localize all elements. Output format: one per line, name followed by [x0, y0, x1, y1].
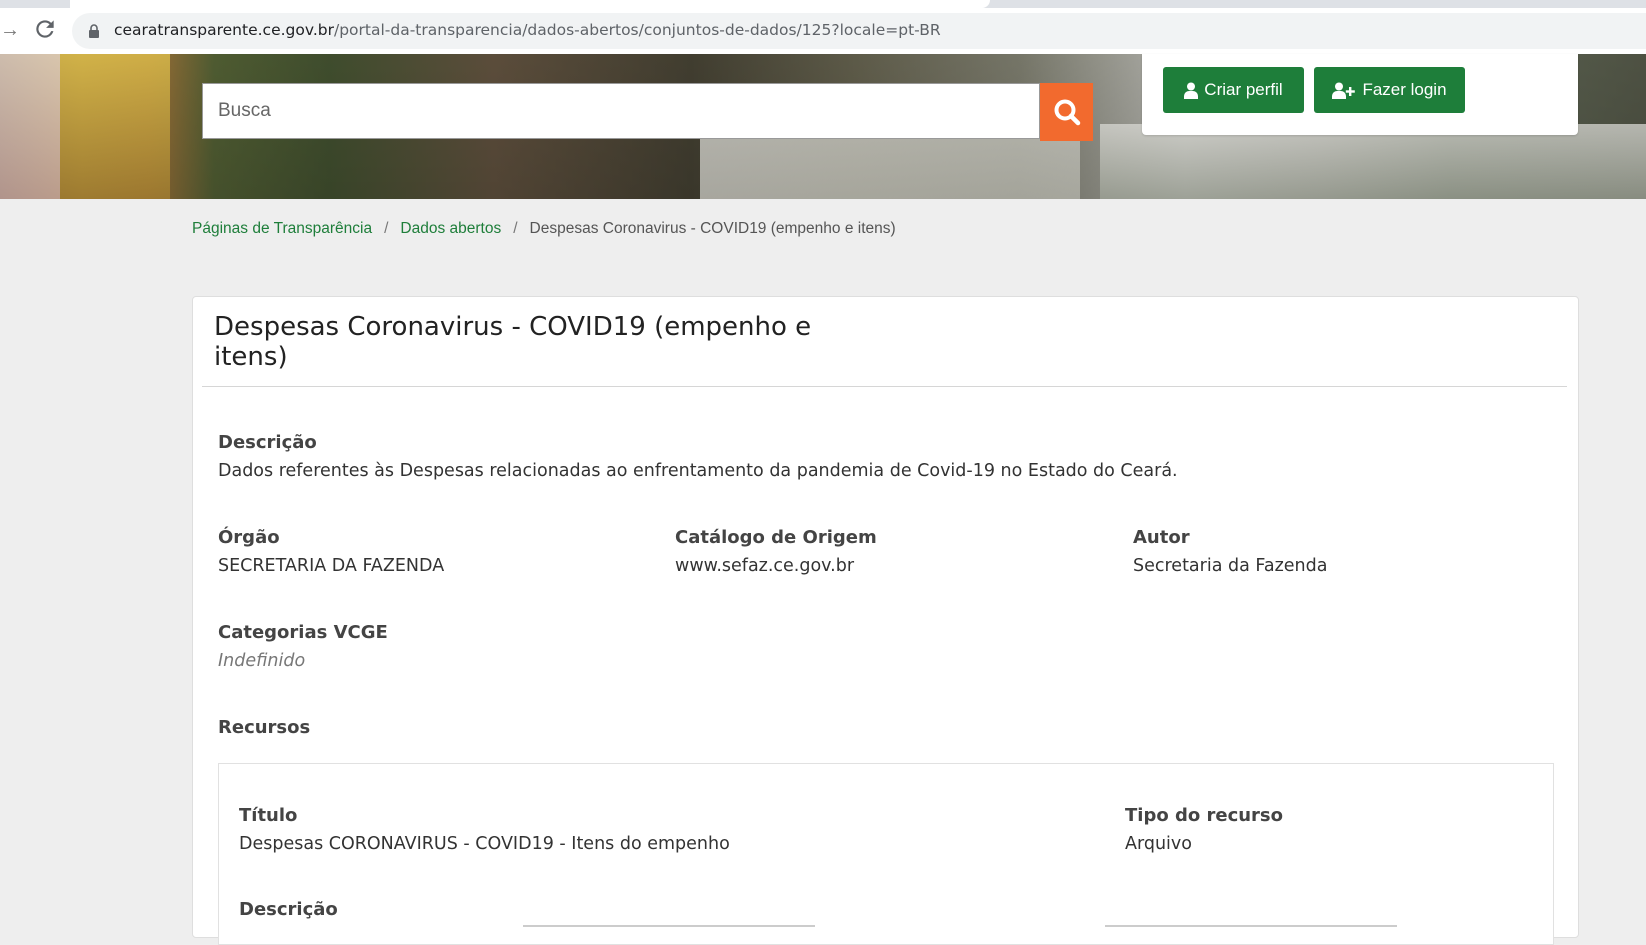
- breadcrumb: Páginas de Transparência / Dados abertos…: [192, 220, 896, 238]
- active-tab-edge: [70, 0, 990, 8]
- forward-icon[interactable]: →: [0, 19, 20, 41]
- criar-perfil-button[interactable]: Criar perfil: [1163, 67, 1304, 113]
- autor-value: Secretaria da Fazenda: [1133, 556, 1328, 576]
- resource-descricao-label: Descrição: [239, 899, 338, 920]
- hero-building-pink: [0, 54, 60, 199]
- criar-perfil-label: Criar perfil: [1204, 80, 1283, 99]
- resource-titulo-label: Título: [239, 805, 298, 826]
- user-icon: [1184, 82, 1199, 99]
- search-icon: [1054, 99, 1080, 126]
- breadcrumb-item-dados-abertos[interactable]: Dados abertos: [400, 220, 501, 238]
- descricao-value: Dados referentes às Despesas relacionada…: [218, 461, 1178, 481]
- user-plus-icon: [1332, 82, 1356, 99]
- recursos-label: Recursos: [218, 717, 311, 738]
- hero-wall: [1100, 124, 1646, 199]
- catalogo-label: Catálogo de Origem: [675, 527, 877, 548]
- breadcrumb-separator: /: [513, 220, 518, 237]
- title-divider: [202, 386, 1567, 387]
- reload-icon[interactable]: [32, 16, 58, 42]
- resource-card: [218, 763, 1554, 945]
- breadcrumb-separator: /: [384, 220, 389, 237]
- hero-building-yellow: [60, 54, 170, 199]
- lock-icon[interactable]: [88, 24, 100, 38]
- categorias-label: Categorias VCGE: [218, 622, 388, 643]
- orgao-label: Órgão: [218, 527, 280, 548]
- search-input[interactable]: [202, 83, 1038, 139]
- breadcrumb-item-paginas[interactable]: Páginas de Transparência: [192, 220, 372, 238]
- fazer-login-label: Fazer login: [1362, 80, 1447, 99]
- fazer-login-button[interactable]: Fazer login: [1314, 67, 1465, 113]
- resource-tipo-label: Tipo do recurso: [1125, 805, 1284, 826]
- autor-label: Autor: [1133, 527, 1190, 548]
- url-path: /portal-da-transparencia/dados-abertos/c…: [333, 21, 941, 39]
- categorias-value: Indefinido: [218, 651, 306, 671]
- orgao-value: SECRETARIA DA FAZENDA: [218, 556, 445, 576]
- url-host: cearatransparente.ce.gov.br: [114, 21, 334, 39]
- search-button[interactable]: [1040, 83, 1093, 141]
- page-title: Despesas Coronavirus - COVID19 (empenho …: [214, 312, 812, 372]
- breadcrumb-current: Despesas Coronavirus - COVID19 (empenho …: [529, 220, 896, 237]
- catalogo-value: www.sefaz.ce.gov.br: [675, 556, 855, 576]
- url-text[interactable]: cearatransparente.ce.gov.br/portal-da-tr…: [114, 19, 941, 41]
- resource-tipo-value: Arquivo: [1125, 834, 1192, 854]
- descricao-label: Descrição: [218, 432, 317, 453]
- resource-titulo-value: Despesas CORONAVIRUS - COVID19 - Itens d…: [239, 834, 730, 854]
